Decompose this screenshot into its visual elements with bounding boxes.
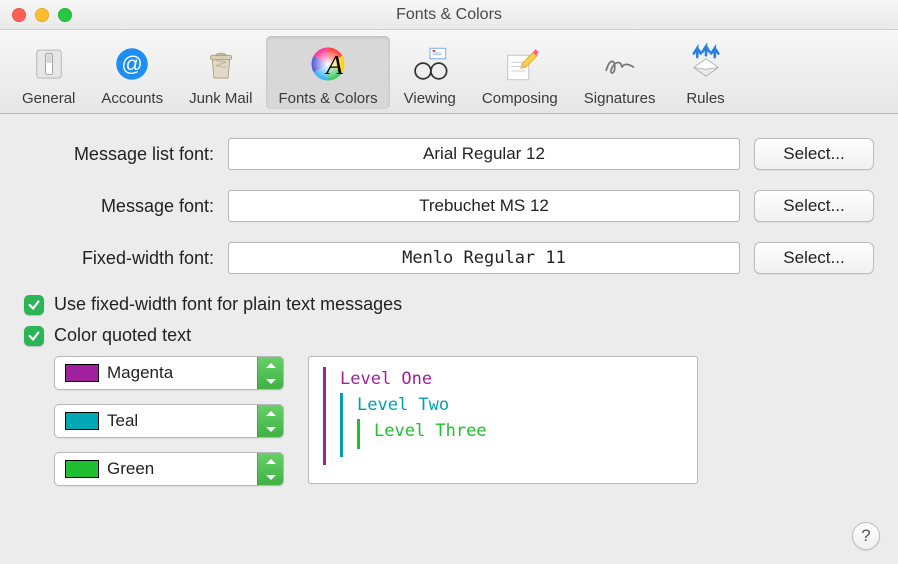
quote-preview-level3: Level Three: [357, 419, 683, 449]
pencil-paper-icon: [496, 40, 544, 88]
field-label: Fixed-width font:: [24, 248, 214, 269]
switch-icon: [25, 40, 73, 88]
chevron-down-icon: [258, 373, 283, 390]
help-button[interactable]: ?: [852, 522, 880, 550]
color-name: Teal: [107, 411, 257, 431]
toolbar-label: Accounts: [101, 90, 163, 107]
chevron-up-icon: [258, 356, 283, 373]
toolbar-tab-general[interactable]: General: [10, 36, 87, 109]
quote-color-level2-select[interactable]: Teal: [54, 404, 284, 438]
message-list-font-value: Arial Regular 12: [228, 138, 740, 170]
quote-color-level3-select[interactable]: Green: [54, 452, 284, 486]
chevron-down-icon: [258, 469, 283, 486]
svg-text:A: A: [324, 49, 343, 80]
quote-preview-level1: Level One Level Two Level Three: [323, 367, 683, 465]
use-fixed-width-label: Use fixed-width font for plain text mess…: [54, 294, 402, 315]
field-label: Message font:: [24, 196, 214, 217]
color-quoted-label: Color quoted text: [54, 325, 191, 346]
toolbar-label: Composing: [482, 90, 558, 107]
preferences-toolbar: General @ Accounts Junk Mail: [0, 30, 898, 114]
quote-preview-level3-text: Level Three: [374, 421, 487, 441]
toolbar-tab-fonts-colors[interactable]: A Fonts & Colors: [266, 36, 389, 109]
chevron-down-icon: [258, 421, 283, 438]
toolbar-label: Junk Mail: [189, 90, 252, 107]
select-stepper[interactable]: [257, 404, 283, 438]
quote-preview-level2-text: Level Two: [357, 395, 449, 415]
signature-icon: [596, 40, 644, 88]
select-message-font-button[interactable]: Select...: [754, 190, 874, 222]
svg-text:@: @: [122, 53, 143, 76]
toolbar-tab-viewing[interactable]: Viewing: [392, 36, 468, 109]
fixed-width-font-value: Menlo Regular 11: [228, 242, 740, 274]
glasses-icon: [406, 40, 454, 88]
color-quoted-row: Color quoted text: [24, 325, 874, 346]
color-quoted-checkbox[interactable]: [24, 326, 44, 346]
quote-preview-level2: Level Two Level Three: [340, 393, 683, 457]
quote-colors-area: Magenta Teal Green: [54, 356, 874, 486]
message-list-font-row: Message list font: Arial Regular 12 Sele…: [24, 138, 874, 170]
select-stepper[interactable]: [257, 356, 283, 390]
chevron-up-icon: [258, 404, 283, 421]
toolbar-tab-junk-mail[interactable]: Junk Mail: [177, 36, 264, 109]
content-pane: Message list font: Arial Regular 12 Sele…: [0, 114, 898, 496]
toolbar-tab-accounts[interactable]: @ Accounts: [89, 36, 175, 109]
fixed-width-font-row: Fixed-width font: Menlo Regular 11 Selec…: [24, 242, 874, 274]
trash-icon: [197, 40, 245, 88]
use-fixed-width-checkbox[interactable]: [24, 295, 44, 315]
select-stepper[interactable]: [257, 452, 283, 486]
chevron-up-icon: [258, 452, 283, 469]
toolbar-tab-signatures[interactable]: Signatures: [572, 36, 668, 109]
rules-icon: [682, 40, 730, 88]
select-message-list-font-button[interactable]: Select...: [754, 138, 874, 170]
toolbar-label: Viewing: [404, 90, 456, 107]
color-swatch: [65, 460, 99, 478]
quote-preview-level1-text: Level One: [340, 369, 432, 389]
titlebar: Fonts & Colors: [0, 0, 898, 30]
check-icon: [27, 329, 41, 343]
field-label: Message list font:: [24, 144, 214, 165]
check-icon: [27, 298, 41, 312]
select-fixed-width-font-button[interactable]: Select...: [754, 242, 874, 274]
toolbar-tab-composing[interactable]: Composing: [470, 36, 570, 109]
color-name: Green: [107, 459, 257, 479]
quote-preview: Level One Level Two Level Three: [308, 356, 698, 484]
quote-color-selectors: Magenta Teal Green: [54, 356, 284, 486]
color-name: Magenta: [107, 363, 257, 383]
use-fixed-width-row: Use fixed-width font for plain text mess…: [24, 294, 874, 315]
quote-color-level1-select[interactable]: Magenta: [54, 356, 284, 390]
at-sign-icon: @: [108, 40, 156, 88]
toolbar-label: Rules: [686, 90, 724, 107]
window-title: Fonts & Colors: [0, 6, 898, 24]
message-font-row: Message font: Trebuchet MS 12 Select...: [24, 190, 874, 222]
toolbar-label: Signatures: [584, 90, 656, 107]
color-swatch: [65, 364, 99, 382]
toolbar-label: General: [22, 90, 75, 107]
message-font-value: Trebuchet MS 12: [228, 190, 740, 222]
color-swatch: [65, 412, 99, 430]
toolbar-tab-rules[interactable]: Rules: [670, 36, 742, 109]
fonts-colors-icon: A: [304, 40, 352, 88]
toolbar-label: Fonts & Colors: [278, 90, 377, 107]
